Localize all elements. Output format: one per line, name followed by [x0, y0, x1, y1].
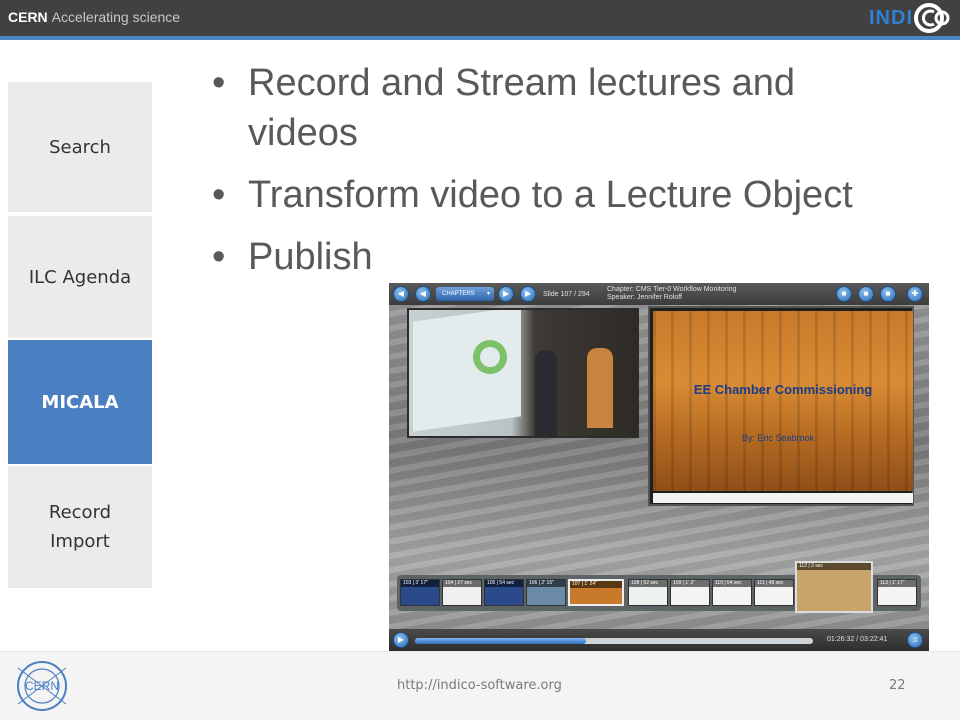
layout-icon[interactable]: ■	[836, 286, 852, 302]
thumbnail-hover-preview[interactable]: 112 | 3 sec	[795, 561, 873, 613]
slides-view-icon[interactable]: ■	[858, 286, 874, 302]
last-slide-button[interactable]: ▶	[520, 286, 536, 302]
brand-tagline: Accelerating science	[51, 9, 181, 25]
header-accent-stripe	[0, 36, 960, 40]
next-slide-button[interactable]: ▶	[498, 286, 514, 302]
slide-subtitle: By: Eric Seabrook	[742, 433, 815, 443]
sidebar-item-label: Search	[49, 136, 111, 158]
slide-pane[interactable]: EE Chamber Commissioning By: Eric Seabro…	[648, 306, 914, 506]
video-view-icon[interactable]: ■	[880, 286, 896, 302]
sidebar-item-search[interactable]: Search	[8, 82, 152, 212]
lecture-video-pane[interactable]	[407, 308, 639, 438]
sidebar-item-micala[interactable]: MICALA	[8, 340, 152, 464]
sidebar-item-record-import[interactable]: Record Import	[8, 466, 152, 588]
thumbnail[interactable]: 110 | 54 sec	[712, 579, 752, 606]
speaker-figure	[587, 348, 613, 428]
thumbnail[interactable]: 109 | 1' 2"	[670, 579, 710, 606]
thumbnail[interactable]: 111 | 48 sec	[754, 579, 794, 606]
slide-title: EE Chamber Commissioning	[693, 382, 873, 397]
chapters-dropdown[interactable]: CHAPTERS ▾	[436, 287, 494, 301]
bullet-item: Record and Stream lectures and videos	[210, 58, 910, 158]
time-display: 01:26:32 / 03:22:41	[827, 636, 888, 643]
bullet-list: Record and Stream lectures and videos Tr…	[210, 58, 910, 294]
slide-footer-strip	[653, 493, 913, 503]
sidebar-item-label: Record Import	[48, 502, 112, 552]
playback-bar: ▶ 01:26:32 / 03:22:41 ♫	[389, 629, 929, 651]
thumbnail[interactable]: 113 | 1' 17"	[877, 579, 917, 606]
chapters-label: CHAPTERS	[442, 291, 475, 297]
thumbnail[interactable]: 108 | 52 sec	[628, 579, 668, 606]
thumbnail[interactable]: 104 | 27 sec	[442, 579, 482, 606]
player-toolbar: ◀ ◀ CHAPTERS ▾ ▶ ▶ Slide 107 / 294 Chapt…	[389, 283, 929, 305]
previous-slide-button[interactable]: ◀	[415, 286, 431, 302]
indico-logo-text: INDI	[869, 6, 913, 29]
thumbnail[interactable]: 105 | 54 sec	[484, 579, 524, 606]
indico-logo: INDI	[869, 2, 954, 34]
volume-icon[interactable]: ♫	[907, 632, 923, 648]
projected-wheel-chart	[473, 340, 507, 374]
fullscreen-icon[interactable]: ✚	[907, 286, 923, 302]
sidebar-item-ilc-agenda[interactable]: ILC Agenda	[8, 216, 152, 338]
top-header-bar: CERN Accelerating science INDI	[0, 0, 960, 36]
cern-logo-text: CERN	[25, 679, 59, 693]
lecture-player-screenshot: ◀ ◀ CHAPTERS ▾ ▶ ▶ Slide 107 / 294 Chapt…	[389, 283, 929, 651]
first-slide-button[interactable]: ◀	[393, 286, 409, 302]
bullet-item: Publish	[210, 232, 910, 282]
seek-progress	[415, 638, 587, 644]
chevron-down-icon: ▾	[486, 291, 490, 297]
seek-slider[interactable]	[415, 638, 813, 644]
thumbnail[interactable]: 106 | 2' 15"	[526, 579, 566, 606]
thumbnail[interactable]: 103 | 3' 17"	[400, 579, 440, 606]
play-icon[interactable]: ▶	[393, 632, 409, 648]
cern-logo-icon: CERN	[17, 661, 67, 711]
thumbnail-strip: 103 | 3' 17" 104 | 27 sec 105 | 54 sec 1…	[397, 561, 921, 613]
chapter-title: Chapter: CMS Tier-0 Workflow Monitoring	[607, 286, 737, 293]
cern-brand: CERN Accelerating science	[8, 9, 180, 25]
speaker-name: Speaker: Jennifer Roloff	[607, 294, 682, 301]
lecturer-figure	[535, 350, 557, 436]
sidebar-item-label: MICALA	[41, 391, 119, 413]
brand-name: CERN	[8, 9, 48, 25]
slide-photo	[653, 311, 913, 491]
projection-screen	[413, 310, 521, 432]
slide-counter: Slide 107 / 294	[543, 291, 590, 298]
page-number: 22	[889, 678, 906, 693]
bullet-item: Transform video to a Lecture Object	[210, 170, 910, 220]
indico-co-mark-icon	[914, 3, 950, 33]
thumbnail-current[interactable]: 107 | 1' 24"	[568, 579, 624, 606]
sidebar-item-label: ILC Agenda	[28, 266, 132, 288]
footer-url[interactable]: http://indico-software.org	[397, 678, 562, 693]
